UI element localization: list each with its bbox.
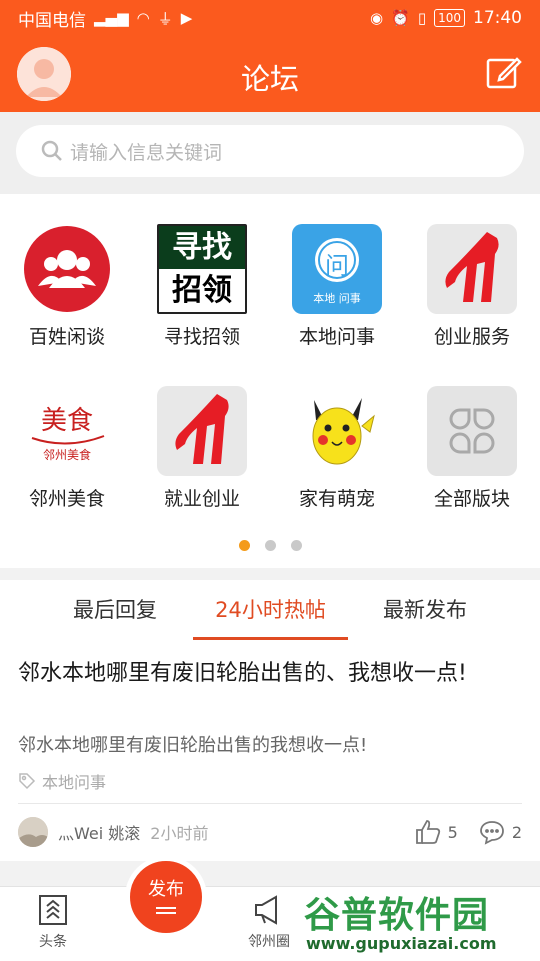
vibrate-icon: ▯ xyxy=(417,9,427,27)
tab-last-reply[interactable]: 最后回复 xyxy=(40,580,190,640)
category-item[interactable]: 百姓闲谈 xyxy=(2,224,132,349)
pet-icon xyxy=(292,386,382,476)
search-input[interactable]: 请输入信息关键词 xyxy=(16,125,524,177)
publish-button[interactable]: 发布 xyxy=(125,856,207,938)
divider xyxy=(18,803,522,804)
nav-circle[interactable]: 邻州圈 xyxy=(234,893,304,951)
category-label: 全部版块 xyxy=(433,488,510,510)
post-title[interactable]: 邻水本地哪里有废旧轮胎出售的、我想收一点! xyxy=(18,657,518,690)
avatar[interactable] xyxy=(18,817,48,847)
nav-home-label: 头条 xyxy=(39,934,67,950)
signal-icon: ▂▄▆ xyxy=(94,9,129,27)
category-item[interactable]: 家有萌宠 xyxy=(272,386,402,511)
publish-label: 发布 xyxy=(148,879,184,900)
lost-found-icon: 寻找 招领 xyxy=(157,224,247,314)
category-item[interactable]: 寻找 招领 寻找招领 xyxy=(137,224,267,349)
page-title: 论坛 xyxy=(240,62,299,96)
megaphone-icon xyxy=(255,895,277,925)
search-placeholder: 请输入信息关键词 xyxy=(70,141,223,164)
category-label: 寻找招领 xyxy=(163,326,240,348)
comment-icon[interactable] xyxy=(478,818,506,846)
post-card[interactable]: 邻水本地哪里有废旧轮胎出售的、我想收一点! 邻水本地哪里有废旧轮胎出售的我想收一… xyxy=(0,641,540,861)
category-item[interactable]: 就业创业 xyxy=(137,386,267,511)
comment-count: 2 xyxy=(511,822,522,842)
clock: 17:40 xyxy=(473,8,522,28)
publish-bar xyxy=(156,907,176,909)
clover-grid-icon xyxy=(427,386,517,476)
post-excerpt: 邻水本地哪里有废旧轮胎出售的我想收一点! xyxy=(18,735,368,756)
page-dot-active[interactable] xyxy=(238,540,250,551)
publish-bar xyxy=(156,912,176,914)
headline-icon xyxy=(39,895,67,925)
category-item[interactable]: 美食 邻州美食 邻州美食 xyxy=(2,386,132,511)
thumbs-up-icon[interactable] xyxy=(414,818,442,846)
question-icon: 问 本地 问事 xyxy=(292,224,382,314)
post-tag-label: 本地问事 xyxy=(42,773,107,792)
watermark-brand: 谷普软件园 xyxy=(304,895,490,936)
flame-logo-icon xyxy=(427,224,517,314)
page-indicator xyxy=(0,540,540,551)
flame-logo-icon xyxy=(157,386,247,476)
tag-icon xyxy=(19,773,36,790)
status-bar: 中国电信 ▂▄▆ ◠ ⏚ ▶ ◉ ⏰ ▯ 100 17:40 xyxy=(0,0,540,36)
search-icon xyxy=(41,140,62,161)
like-count: 5 xyxy=(447,822,458,842)
tab-latest[interactable]: 最新发布 xyxy=(350,580,500,640)
tab-hot-24h[interactable]: 24小时热帖 xyxy=(193,580,348,640)
battery-icon: 100 xyxy=(434,9,465,27)
category-label: 邻州美食 xyxy=(28,488,105,510)
nav-home[interactable]: 头条 xyxy=(18,893,88,951)
carrier-label: 中国电信 xyxy=(18,10,86,31)
page-dot[interactable] xyxy=(264,540,276,551)
tab-bar: 最后回复 24小时热帖 最新发布 xyxy=(0,580,540,642)
category-label: 家有萌宠 xyxy=(298,488,375,510)
alarm-icon: ⏰ xyxy=(391,9,410,27)
post-author[interactable]: 灬Wei 姚滚 xyxy=(58,820,140,844)
watermark: 谷普软件园 www.gupuxiazai.com xyxy=(296,884,540,960)
food-logo-icon: 美食 邻州美食 xyxy=(22,386,112,476)
category-label: 百姓闲谈 xyxy=(28,326,105,348)
wifi-icon: ◠ xyxy=(136,9,150,27)
eye-icon: ◉ xyxy=(370,9,384,27)
category-label: 就业创业 xyxy=(163,488,240,510)
people-icon xyxy=(22,224,112,314)
post-meta: 灬Wei 姚滚 2小时前 5 2 xyxy=(18,815,522,849)
category-grid: 百姓闲谈 寻找 招领 寻找招领 问 本地 问事 本地问事 创业服务 美食 邻州美… xyxy=(0,194,540,568)
category-item[interactable]: 创业服务 xyxy=(407,224,537,349)
app-notification-icon: ▶ xyxy=(180,9,193,27)
search-section: 请输入信息关键词 xyxy=(0,112,540,194)
post-stats: 5 2 xyxy=(414,818,522,846)
title-bar: 论坛 xyxy=(0,36,540,112)
post-tag[interactable]: 本地问事 xyxy=(18,769,106,793)
watermark-url: www.gupuxiazai.com xyxy=(306,934,497,953)
category-label: 创业服务 xyxy=(433,326,510,348)
category-item[interactable]: 全部版块 xyxy=(407,386,537,511)
post-time: 2小时前 xyxy=(150,824,209,843)
tab-active-indicator xyxy=(193,637,348,640)
usb-icon: ⏚ xyxy=(157,9,173,28)
category-item[interactable]: 问 本地 问事 本地问事 xyxy=(272,224,402,349)
nav-circle-label: 邻州圈 xyxy=(248,934,290,950)
compose-icon[interactable] xyxy=(486,54,522,90)
category-label: 本地问事 xyxy=(298,326,375,348)
page-dot[interactable] xyxy=(290,540,302,551)
